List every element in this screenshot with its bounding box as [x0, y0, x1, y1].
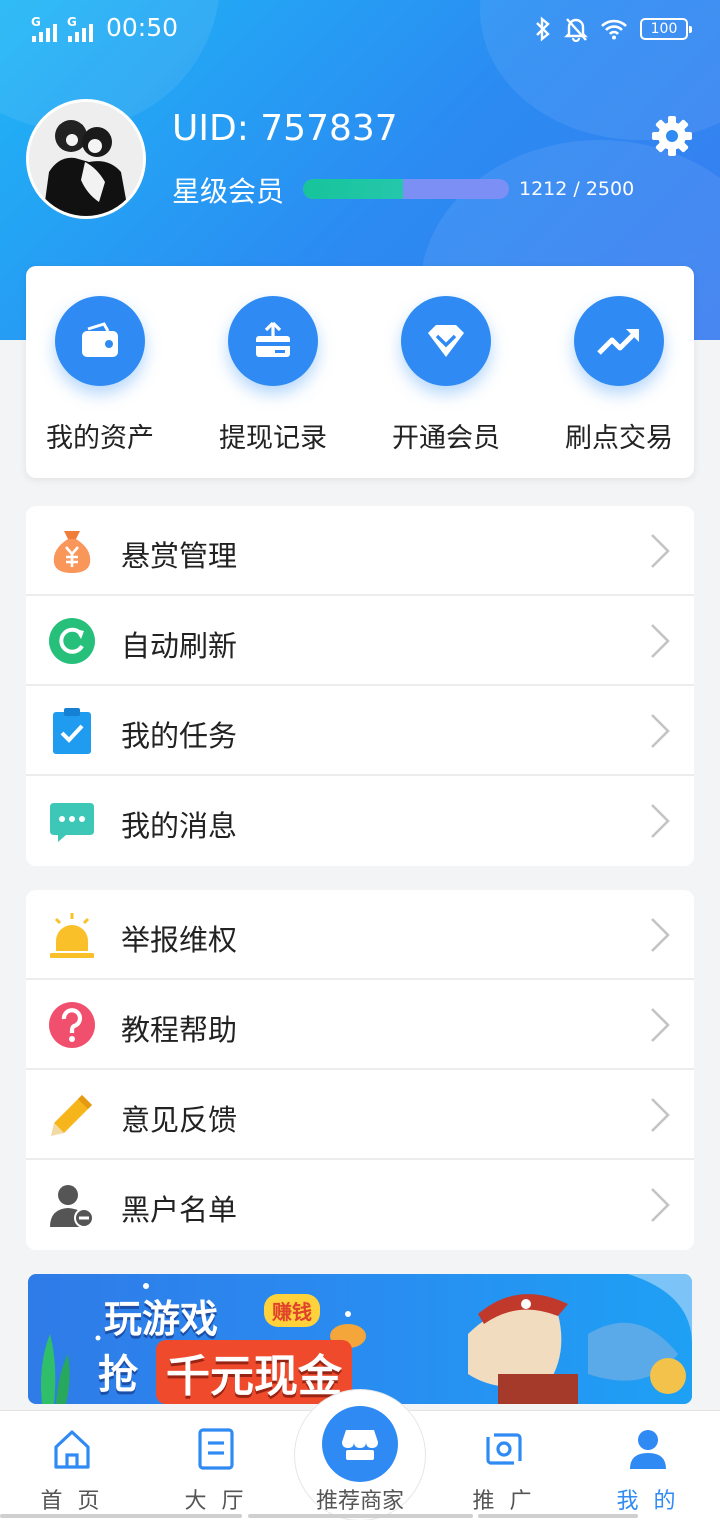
menu-item-label: 悬赏管理	[121, 539, 238, 573]
mute-bell-icon	[564, 18, 588, 42]
banner-headline-highlight: 千元现金	[156, 1340, 352, 1404]
wallet-icon	[82, 322, 118, 357]
quick-action-withdraw-records[interactable]: 提现记录	[193, 296, 353, 455]
battery-icon: 100	[640, 18, 692, 40]
signal-icon: G	[30, 16, 60, 42]
menu-item-my-tasks[interactable]: 我的任务	[26, 686, 694, 776]
home-indicator	[248, 1514, 473, 1518]
menu-item-label: 教程帮助	[121, 1013, 238, 1047]
shop-icon	[342, 1430, 378, 1460]
settings-gear-icon[interactable]	[650, 114, 694, 158]
menu-item-blacklist[interactable]: 黑户名单	[26, 1160, 694, 1250]
quick-action-point-trading[interactable]: 刷点交易	[539, 296, 699, 455]
menu-item-label: 我的消息	[121, 809, 238, 843]
message-icon	[50, 803, 94, 842]
menu-item-label: 黑户名单	[121, 1193, 238, 1227]
status-bar: G G 00:50 100	[0, 0, 720, 60]
menu-item-label: 意见反馈	[121, 1103, 238, 1137]
tab-hall[interactable]: 大 厅	[156, 1411, 276, 1520]
tab-mine[interactable]: 我 的	[588, 1411, 708, 1520]
home-icon	[54, 1430, 90, 1469]
quick-action-label: 提现记录	[219, 423, 327, 454]
tab-label: 推 广	[472, 1489, 536, 1514]
tab-label: 我 的	[616, 1489, 680, 1514]
menu-item-my-messages[interactable]: 我的消息	[26, 776, 694, 866]
money-bag-icon	[53, 531, 91, 573]
menu-item-reward-management[interactable]: 悬赏管理	[26, 506, 694, 596]
promote-icon	[486, 1431, 522, 1467]
chevron-right-icon	[651, 804, 670, 838]
menu-item-feedback[interactable]: 意见反馈	[26, 1070, 694, 1160]
menu-item-report-rights[interactable]: 举报维权	[26, 890, 694, 980]
signal-icon: G	[66, 16, 96, 42]
quick-action-label: 我的资产	[46, 423, 154, 454]
avatar[interactable]	[26, 99, 146, 219]
blacklist-icon	[50, 1185, 94, 1228]
tab-home[interactable]: 首 页	[12, 1411, 132, 1520]
trend-icon	[597, 329, 639, 355]
level-progress-fill	[303, 179, 403, 199]
tab-promote[interactable]: 推 广	[444, 1411, 564, 1520]
home-indicator	[0, 1514, 242, 1518]
tab-label: 首 页	[40, 1489, 104, 1514]
menu-item-tutorial-help[interactable]: 教程帮助	[26, 980, 694, 1070]
quick-action-open-membership[interactable]: 开通会员	[366, 296, 526, 455]
task-icon	[53, 708, 91, 754]
chevron-right-icon	[651, 1098, 670, 1132]
diamond-icon	[428, 325, 464, 357]
chevron-right-icon	[651, 1008, 670, 1042]
menu-group-secondary: 举报维权 教程帮助 意见反馈 黑户名单	[26, 890, 694, 1250]
help-icon	[49, 1002, 95, 1048]
alarm-icon	[50, 913, 94, 958]
clock: 00:50	[106, 13, 179, 42]
wifi-icon	[601, 19, 627, 40]
menu-item-label: 我的任务	[121, 719, 238, 753]
chevron-right-icon	[651, 534, 670, 568]
user-icon	[630, 1430, 666, 1469]
menu-item-label: 举报维权	[121, 923, 238, 957]
refresh-icon	[49, 618, 95, 664]
level-progress-bar	[303, 179, 509, 199]
level-progress-text: 1212 / 2500	[519, 178, 635, 200]
bottom-tab-bar: 首 页 大 厅 推荐商家 推 广 我 的	[0, 1389, 720, 1520]
chevron-right-icon	[651, 624, 670, 658]
user-id: UID: 757837	[172, 108, 398, 149]
pencil-icon	[51, 1095, 92, 1136]
menu-item-label: 自动刷新	[121, 629, 238, 663]
home-indicator	[478, 1514, 638, 1518]
promo-banner[interactable]: 玩游戏 赚钱 抢 千元现金	[28, 1274, 692, 1404]
chevron-right-icon	[651, 1188, 670, 1222]
menu-item-auto-refresh[interactable]: 自动刷新	[26, 596, 694, 686]
tab-label: 推荐商家	[315, 1489, 404, 1514]
quick-actions-card: 我的资产 提现记录 开通会员 刷点交易	[26, 266, 694, 478]
tab-label: 大 厅	[184, 1489, 248, 1514]
quick-action-label: 刷点交易	[565, 423, 673, 454]
menu-group-primary: 悬赏管理 自动刷新 我的任务 我的消息	[26, 506, 694, 866]
member-level: 星级会员	[172, 175, 285, 208]
banner-headline-line1: 玩游戏	[104, 1297, 219, 1341]
document-icon	[198, 1428, 234, 1470]
banner-badge: 赚钱	[264, 1294, 320, 1327]
chevron-right-icon	[651, 918, 670, 952]
bluetooth-icon	[536, 16, 550, 42]
quick-action-assets[interactable]: 我的资产	[20, 296, 180, 455]
withdraw-icon	[256, 321, 290, 357]
quick-action-label: 开通会员	[392, 423, 500, 454]
banner-headline-prefix: 抢	[98, 1352, 138, 1398]
chevron-right-icon	[651, 714, 670, 748]
